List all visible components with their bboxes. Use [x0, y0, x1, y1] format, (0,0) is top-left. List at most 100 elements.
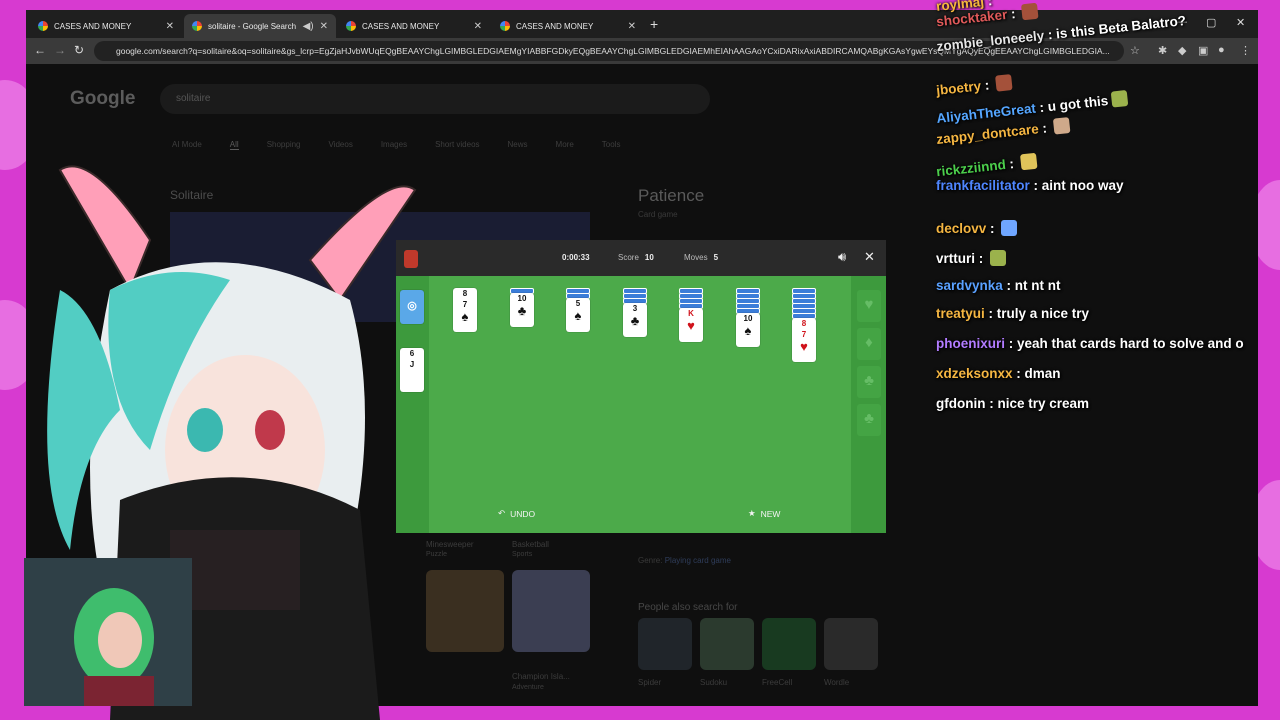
search-input[interactable]: solitaire	[160, 84, 710, 114]
chrome-favicon-icon	[346, 21, 356, 31]
chat-username[interactable]: sardvynka	[936, 278, 1003, 293]
card-rank: 10	[517, 294, 527, 303]
search-tabs: AI Mode All Shopping Videos Images Short…	[172, 140, 620, 150]
back-icon[interactable]: ←	[34, 43, 46, 57]
chat-message: xdzeksonxx : dman	[936, 366, 1061, 381]
face-up-card[interactable]: K ♥	[679, 308, 703, 342]
chat-emote-icon	[1021, 2, 1039, 21]
related-spider-thumb[interactable]	[638, 618, 692, 670]
chat-username[interactable]: jboetry	[935, 78, 981, 98]
close-icon[interactable]: ✕	[628, 21, 636, 32]
tab-short-videos[interactable]: Short videos	[435, 140, 479, 150]
related-wordle-thumb[interactable]	[824, 618, 878, 670]
chat-text: dman	[1024, 366, 1061, 381]
moves-label: Moves	[684, 253, 708, 262]
chat-emote-icon	[1052, 117, 1071, 135]
chat-username[interactable]: rickzziinnd	[936, 157, 1007, 179]
new-label: NEW	[760, 508, 781, 519]
chat-text: is this Beta Balatro?	[1055, 12, 1187, 42]
chat-emote-icon	[1110, 90, 1128, 108]
tab-label: solitaire - Google Search	[208, 21, 297, 31]
tab-tools[interactable]: Tools	[602, 140, 621, 150]
chat-message: gfdonin : nice try cream	[936, 396, 1090, 411]
tab-images[interactable]: Images	[381, 140, 407, 150]
chat-emote-icon	[995, 74, 1013, 92]
game-thumbnail[interactable]	[512, 570, 590, 652]
chat-username[interactable]: phoenixuri	[936, 336, 1005, 351]
undo-button[interactable]: ↶ UNDO	[498, 508, 535, 519]
close-game-icon[interactable]: ✕	[864, 249, 875, 265]
close-icon[interactable]: ✕	[474, 21, 482, 32]
related-label: FreeCell	[762, 678, 793, 687]
foundation-hearts[interactable]: ♥	[857, 290, 881, 322]
related-freecell-thumb[interactable]	[762, 618, 816, 670]
card-suit-icon: ♣	[630, 313, 640, 328]
thumbnail-subcaption: Sports	[512, 551, 533, 558]
chat-text: aint noo way	[1041, 178, 1124, 193]
chat-message: sardvynka : nt nt nt	[936, 278, 1061, 293]
thumbnail-caption: Basketball	[512, 540, 549, 549]
chat-username[interactable]: zappy_dontcare	[936, 121, 1040, 147]
foundation-diamonds[interactable]: ♦	[857, 328, 881, 360]
chat-username[interactable]: declovv	[936, 221, 986, 236]
tab-news[interactable]: News	[508, 140, 528, 150]
browser-tab[interactable]: CASES AND MONEY ✕	[338, 14, 490, 38]
face-up-card[interactable]: 10 ♠	[736, 313, 760, 347]
chat-text: truly a nice try	[996, 306, 1090, 321]
new-game-button[interactable]: ★ NEW	[748, 508, 780, 519]
people-also-search-heading: People also search for	[638, 602, 738, 613]
face-up-card[interactable]: 8 7 ♠	[453, 288, 477, 332]
game-timer: 0:00:33	[562, 253, 590, 262]
tab-label: CASES AND MONEY	[516, 21, 594, 31]
chat-username[interactable]: frankfacilitator	[936, 178, 1030, 193]
chat-emote-icon	[990, 250, 1007, 266]
genre-value[interactable]: Playing card game	[665, 556, 731, 565]
chat-message: declovv :	[936, 220, 1018, 236]
chat-username[interactable]: xdzeksonxx	[936, 366, 1013, 381]
chat-username[interactable]: vrtturi	[936, 251, 975, 266]
chat-username[interactable]: treatyui	[936, 306, 985, 321]
google-logo: Google	[70, 88, 136, 109]
browser-tab-active[interactable]: solitaire - Google Search ◀) ✕	[184, 14, 336, 38]
search-query: solitaire	[176, 93, 211, 104]
forward-icon[interactable]: →	[54, 43, 66, 57]
chat-username[interactable]: zombie_loneeely	[936, 28, 1045, 54]
reload-icon[interactable]: ↻	[74, 43, 84, 57]
thumbnail-caption: Champion Isla...	[512, 672, 570, 681]
star-icon: ★	[748, 508, 756, 518]
close-icon[interactable]: ✕	[320, 21, 328, 32]
face-up-card[interactable]: 5 ♠	[566, 298, 590, 332]
card-suit-icon: ♥	[687, 318, 695, 333]
face-up-card[interactable]: 3 ♣	[623, 303, 647, 337]
chat-text: nt nt nt	[1014, 278, 1061, 293]
face-up-card[interactable]: 8 7 ♥	[792, 318, 816, 362]
tab-all[interactable]: All	[229, 140, 239, 150]
audio-icon[interactable]: ◀)	[303, 21, 314, 32]
chat-message: frankfacilitator : aint noo way	[936, 178, 1124, 193]
foundation-clubs[interactable]: ♣	[857, 366, 881, 398]
card-rank: 3	[632, 304, 638, 313]
face-up-card[interactable]: 10 ♣	[510, 293, 534, 327]
guest-avatar	[24, 558, 192, 706]
tab-more[interactable]: More	[556, 140, 574, 150]
chat-message: rickzziinnd :	[935, 152, 1038, 179]
undo-label: UNDO	[510, 508, 536, 519]
card-suit-icon: ♥	[800, 339, 808, 354]
chat-emote-icon	[1001, 220, 1018, 236]
chat-username[interactable]: gfdonin	[936, 396, 985, 411]
browser-tab[interactable]: CASES AND MONEY ✕	[492, 14, 644, 38]
browser-tab[interactable]: CASES AND MONEY ✕	[30, 14, 182, 38]
close-icon[interactable]: ✕	[166, 21, 174, 32]
tab-ai-mode[interactable]: AI Mode	[172, 140, 202, 150]
chat-text: u got this	[1046, 93, 1109, 115]
tab-videos[interactable]: Videos	[329, 140, 353, 150]
related-sudoku-thumb[interactable]	[700, 618, 754, 670]
tab-label: CASES AND MONEY	[362, 21, 440, 31]
new-tab-icon[interactable]: +	[650, 16, 658, 32]
tab-shopping[interactable]: Shopping	[267, 140, 301, 150]
sound-icon[interactable]: 🔊︎	[838, 249, 846, 265]
tableau: 8 7 ♠ 10 ♣ 5 ♠ 3 ♣ K ♥ 10 ♠ 8 7 ♥	[429, 276, 851, 533]
card-rank: 8	[801, 319, 807, 328]
card-suit-icon: ♠	[574, 308, 582, 323]
foundation-clubs[interactable]: ♣	[857, 404, 881, 436]
